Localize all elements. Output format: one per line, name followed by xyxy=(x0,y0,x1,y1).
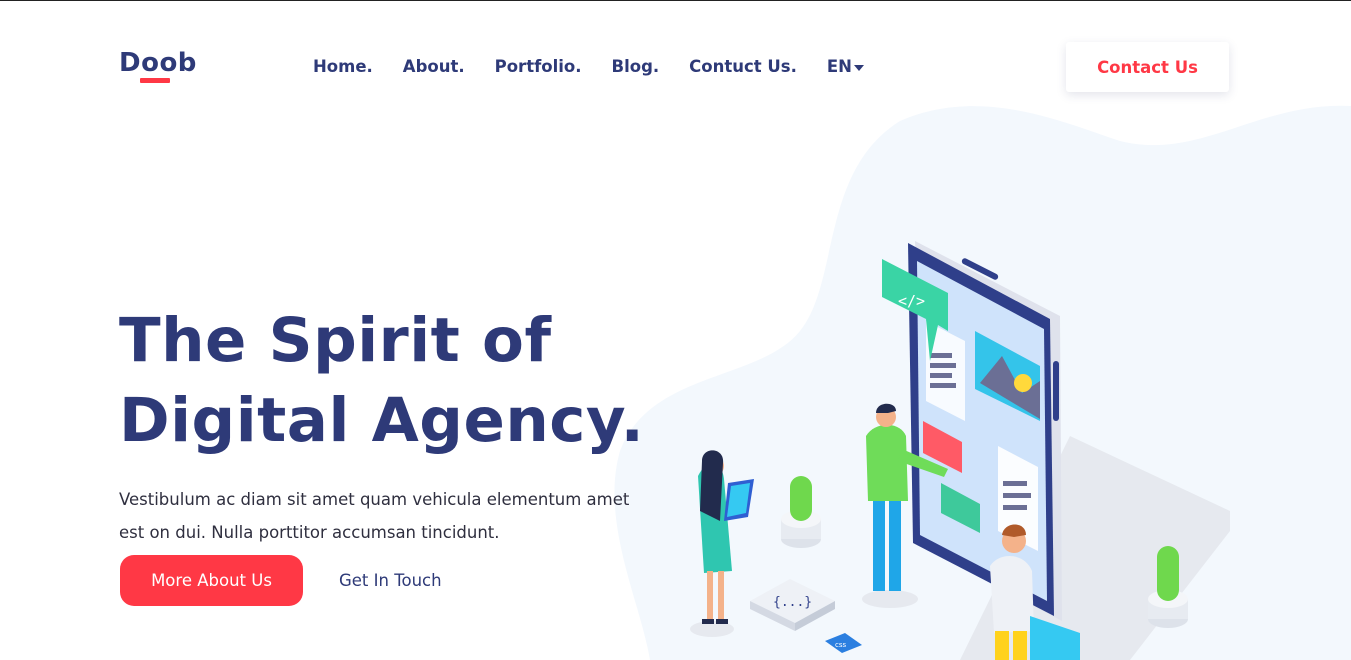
nav-contact[interactable]: Contuct Us. xyxy=(689,57,797,76)
nav-home[interactable]: Home. xyxy=(313,57,373,76)
braces-tile-icon: {...} xyxy=(750,579,835,631)
language-selector[interactable]: EN xyxy=(827,57,864,76)
hero-title: The Spirit of Digital Agency. xyxy=(119,301,679,461)
css-badge-icon: css xyxy=(825,633,862,653)
language-label: EN xyxy=(827,57,852,76)
caret-down-icon xyxy=(854,65,864,71)
svg-text:css: css xyxy=(835,641,846,649)
nav-about[interactable]: About. xyxy=(403,57,465,76)
hero-title-line2: Digital Agency. xyxy=(119,385,644,456)
contact-us-button[interactable]: Contact Us xyxy=(1066,42,1229,92)
site-header: Doob Home. About. Portfolio. Blog. Contu… xyxy=(0,1,1351,121)
nav-blog[interactable]: Blog. xyxy=(612,57,660,76)
logo-underline xyxy=(140,78,170,83)
logo-text: Doob xyxy=(119,48,197,78)
hero-illustration: </> {...} xyxy=(630,221,1351,660)
svg-text:</>: </> xyxy=(898,292,925,310)
hero-actions: More About Us Get In Touch xyxy=(120,555,442,606)
more-about-us-button[interactable]: More About Us xyxy=(120,555,303,606)
hero-title-line1: The Spirit of xyxy=(119,305,552,376)
main-nav: Home. About. Portfolio. Blog. Contuct Us… xyxy=(313,57,864,76)
get-in-touch-link[interactable]: Get In Touch xyxy=(339,571,442,590)
nav-portfolio[interactable]: Portfolio. xyxy=(495,57,582,76)
hero-section: The Spirit of Digital Agency. Vestibulum… xyxy=(119,301,679,549)
svg-text:{...}: {...} xyxy=(773,595,812,610)
woman-figure xyxy=(690,450,754,637)
plant-left-illustration xyxy=(781,476,821,548)
hero-description: Vestibulum ac diam sit amet quam vehicul… xyxy=(119,483,639,549)
logo[interactable]: Doob xyxy=(119,48,197,78)
